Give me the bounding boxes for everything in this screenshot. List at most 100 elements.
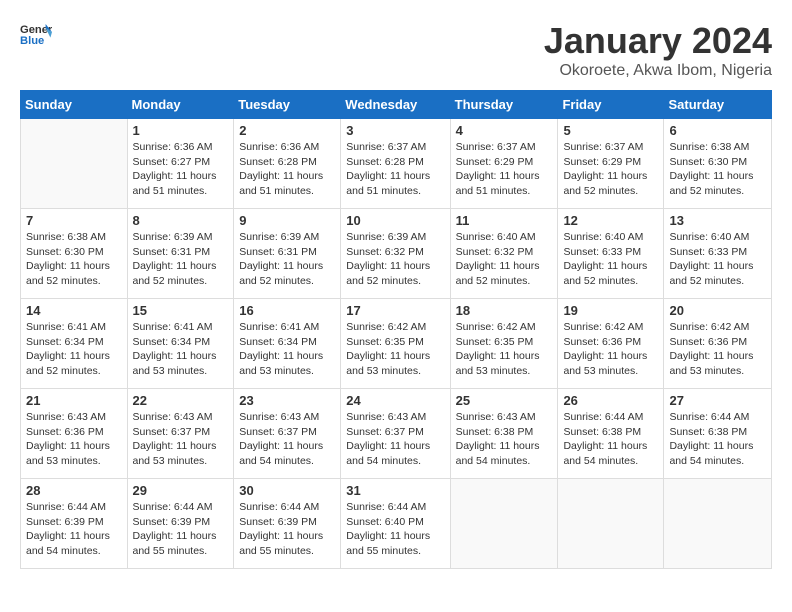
calendar-cell: 21 Sunrise: 6:43 AMSunset: 6:36 PMDayligh…	[21, 389, 128, 479]
calendar-cell: 5Sunrise: 6:37 AMSunset: 6:29 PMDaylight…	[558, 119, 664, 209]
day-number: 12	[563, 213, 658, 228]
calendar-cell: 1 Sunrise: 6:36 AMSunset: 6:27 PMDaylight…	[127, 119, 234, 209]
day-info: Sunrise: 6:43 AMSunset: 6:36 PMDaylight:…	[26, 410, 122, 469]
month-title: January 2024	[544, 20, 772, 62]
calendar-cell: 27Sunrise: 6:44 AMSunset: 6:38 PMDayligh…	[664, 389, 772, 479]
day-info: Sunrise: 6:41 AMSunset: 6:34 PMDaylight:…	[239, 320, 335, 379]
weekday-header-row: SundayMondayTuesdayWednesdayThursdayFrid…	[21, 91, 772, 119]
calendar-cell	[21, 119, 128, 209]
calendar-cell: 22 Sunrise: 6:43 AMSunset: 6:37 PMDayligh…	[127, 389, 234, 479]
calendar-week-5: 28 Sunrise: 6:44 AMSunset: 6:39 PMDayligh…	[21, 479, 772, 569]
calendar-cell: 26 Sunrise: 6:44 AMSunset: 6:38 PMDayligh…	[558, 389, 664, 479]
day-info: Sunrise: 6:44 AMSunset: 6:38 PMDaylight:…	[669, 410, 766, 469]
day-number: 24	[346, 393, 444, 408]
day-number: 23	[239, 393, 335, 408]
day-info: Sunrise: 6:44 AMSunset: 6:39 PMDaylight:…	[26, 500, 122, 559]
calendar-cell: 25 Sunrise: 6:43 AMSunset: 6:38 PMDayligh…	[450, 389, 558, 479]
calendar-cell: 16 Sunrise: 6:41 AMSunset: 6:34 PMDayligh…	[234, 299, 341, 389]
day-number: 22	[133, 393, 229, 408]
calendar-cell: 8Sunrise: 6:39 AMSunset: 6:31 PMDaylight…	[127, 209, 234, 299]
day-info: Sunrise: 6:44 AMSunset: 6:40 PMDaylight:…	[346, 500, 444, 559]
day-info: Sunrise: 6:39 AMSunset: 6:32 PMDaylight:…	[346, 230, 444, 289]
day-number: 8	[133, 213, 229, 228]
day-number: 25	[456, 393, 553, 408]
calendar-cell	[664, 479, 772, 569]
day-number: 1	[133, 123, 229, 138]
weekday-thursday: Thursday	[450, 91, 558, 119]
title-block: January 2024 Okoroete, Akwa Ibom, Nigeri…	[544, 20, 772, 80]
day-info: Sunrise: 6:44 AMSunset: 6:39 PMDaylight:…	[239, 500, 335, 559]
calendar-cell	[450, 479, 558, 569]
day-info: Sunrise: 6:43 AMSunset: 6:38 PMDaylight:…	[456, 410, 553, 469]
day-info: Sunrise: 6:40 AMSunset: 6:32 PMDaylight:…	[456, 230, 553, 289]
day-info: Sunrise: 6:36 AMSunset: 6:27 PMDaylight:…	[133, 140, 229, 199]
logo-icon: General Blue	[20, 20, 52, 48]
day-info: Sunrise: 6:41 AMSunset: 6:34 PMDaylight:…	[133, 320, 229, 379]
day-number: 19	[563, 303, 658, 318]
day-info: Sunrise: 6:43 AMSunset: 6:37 PMDaylight:…	[133, 410, 229, 469]
day-number: 10	[346, 213, 444, 228]
weekday-sunday: Sunday	[21, 91, 128, 119]
day-number: 6	[669, 123, 766, 138]
calendar-cell: 31Sunrise: 6:44 AMSunset: 6:40 PMDayligh…	[341, 479, 450, 569]
calendar-cell: 17Sunrise: 6:42 AMSunset: 6:35 PMDayligh…	[341, 299, 450, 389]
day-info: Sunrise: 6:38 AMSunset: 6:30 PMDaylight:…	[669, 140, 766, 199]
day-info: Sunrise: 6:42 AMSunset: 6:36 PMDaylight:…	[563, 320, 658, 379]
day-info: Sunrise: 6:42 AMSunset: 6:35 PMDaylight:…	[456, 320, 553, 379]
day-number: 28	[26, 483, 122, 498]
day-number: 26	[563, 393, 658, 408]
day-info: Sunrise: 6:37 AMSunset: 6:28 PMDaylight:…	[346, 140, 444, 199]
day-info: Sunrise: 6:39 AMSunset: 6:31 PMDaylight:…	[239, 230, 335, 289]
day-info: Sunrise: 6:41 AMSunset: 6:34 PMDaylight:…	[26, 320, 122, 379]
day-number: 11	[456, 213, 553, 228]
day-number: 7	[26, 213, 122, 228]
calendar-cell: 18Sunrise: 6:42 AMSunset: 6:35 PMDayligh…	[450, 299, 558, 389]
calendar-body: 1 Sunrise: 6:36 AMSunset: 6:27 PMDaylight…	[21, 119, 772, 569]
day-info: Sunrise: 6:40 AMSunset: 6:33 PMDaylight:…	[563, 230, 658, 289]
day-number: 13	[669, 213, 766, 228]
calendar-cell: 15Sunrise: 6:41 AMSunset: 6:34 PMDayligh…	[127, 299, 234, 389]
day-info: Sunrise: 6:38 AMSunset: 6:30 PMDaylight:…	[26, 230, 122, 289]
calendar-cell: 28 Sunrise: 6:44 AMSunset: 6:39 PMDayligh…	[21, 479, 128, 569]
svg-text:Blue: Blue	[20, 35, 44, 47]
calendar-cell: 12 Sunrise: 6:40 AMSunset: 6:33 PMDayligh…	[558, 209, 664, 299]
day-number: 9	[239, 213, 335, 228]
day-number: 4	[456, 123, 553, 138]
calendar-cell: 7 Sunrise: 6:38 AMSunset: 6:30 PMDaylight…	[21, 209, 128, 299]
calendar-cell: 4Sunrise: 6:37 AMSunset: 6:29 PMDaylight…	[450, 119, 558, 209]
calendar-cell: 20 Sunrise: 6:42 AMSunset: 6:36 PMDayligh…	[664, 299, 772, 389]
calendar-cell: 10 Sunrise: 6:39 AMSunset: 6:32 PMDayligh…	[341, 209, 450, 299]
calendar-cell: 19 Sunrise: 6:42 AMSunset: 6:36 PMDayligh…	[558, 299, 664, 389]
calendar-cell	[558, 479, 664, 569]
calendar-cell: 13Sunrise: 6:40 AMSunset: 6:33 PMDayligh…	[664, 209, 772, 299]
calendar-week-3: 14Sunrise: 6:41 AMSunset: 6:34 PMDayligh…	[21, 299, 772, 389]
calendar-cell: 3 Sunrise: 6:37 AMSunset: 6:28 PMDaylight…	[341, 119, 450, 209]
day-number: 21	[26, 393, 122, 408]
day-number: 3	[346, 123, 444, 138]
day-number: 29	[133, 483, 229, 498]
calendar-cell: 29Sunrise: 6:44 AMSunset: 6:39 PMDayligh…	[127, 479, 234, 569]
logo: General Blue	[20, 20, 52, 48]
weekday-wednesday: Wednesday	[341, 91, 450, 119]
day-number: 16	[239, 303, 335, 318]
weekday-tuesday: Tuesday	[234, 91, 341, 119]
page-header: General Blue January 2024 Okoroete, Akwa…	[20, 20, 772, 80]
day-info: Sunrise: 6:44 AMSunset: 6:38 PMDaylight:…	[563, 410, 658, 469]
calendar-week-4: 21 Sunrise: 6:43 AMSunset: 6:36 PMDayligh…	[21, 389, 772, 479]
calendar-week-1: 1 Sunrise: 6:36 AMSunset: 6:27 PMDaylight…	[21, 119, 772, 209]
calendar-cell: 11 Sunrise: 6:40 AMSunset: 6:32 PMDayligh…	[450, 209, 558, 299]
calendar-cell: 2Sunrise: 6:36 AMSunset: 6:28 PMDaylight…	[234, 119, 341, 209]
day-info: Sunrise: 6:37 AMSunset: 6:29 PMDaylight:…	[563, 140, 658, 199]
weekday-saturday: Saturday	[664, 91, 772, 119]
calendar-cell: 9 Sunrise: 6:39 AMSunset: 6:31 PMDaylight…	[234, 209, 341, 299]
calendar-cell: 23Sunrise: 6:43 AMSunset: 6:37 PMDayligh…	[234, 389, 341, 479]
day-number: 30	[239, 483, 335, 498]
day-info: Sunrise: 6:36 AMSunset: 6:28 PMDaylight:…	[239, 140, 335, 199]
day-number: 20	[669, 303, 766, 318]
day-info: Sunrise: 6:42 AMSunset: 6:36 PMDaylight:…	[669, 320, 766, 379]
calendar-cell: 6 Sunrise: 6:38 AMSunset: 6:30 PMDaylight…	[664, 119, 772, 209]
calendar-table: SundayMondayTuesdayWednesdayThursdayFrid…	[20, 90, 772, 569]
day-info: Sunrise: 6:43 AMSunset: 6:37 PMDaylight:…	[346, 410, 444, 469]
calendar-cell: 24 Sunrise: 6:43 AMSunset: 6:37 PMDayligh…	[341, 389, 450, 479]
location: Okoroete, Akwa Ibom, Nigeria	[544, 62, 772, 80]
